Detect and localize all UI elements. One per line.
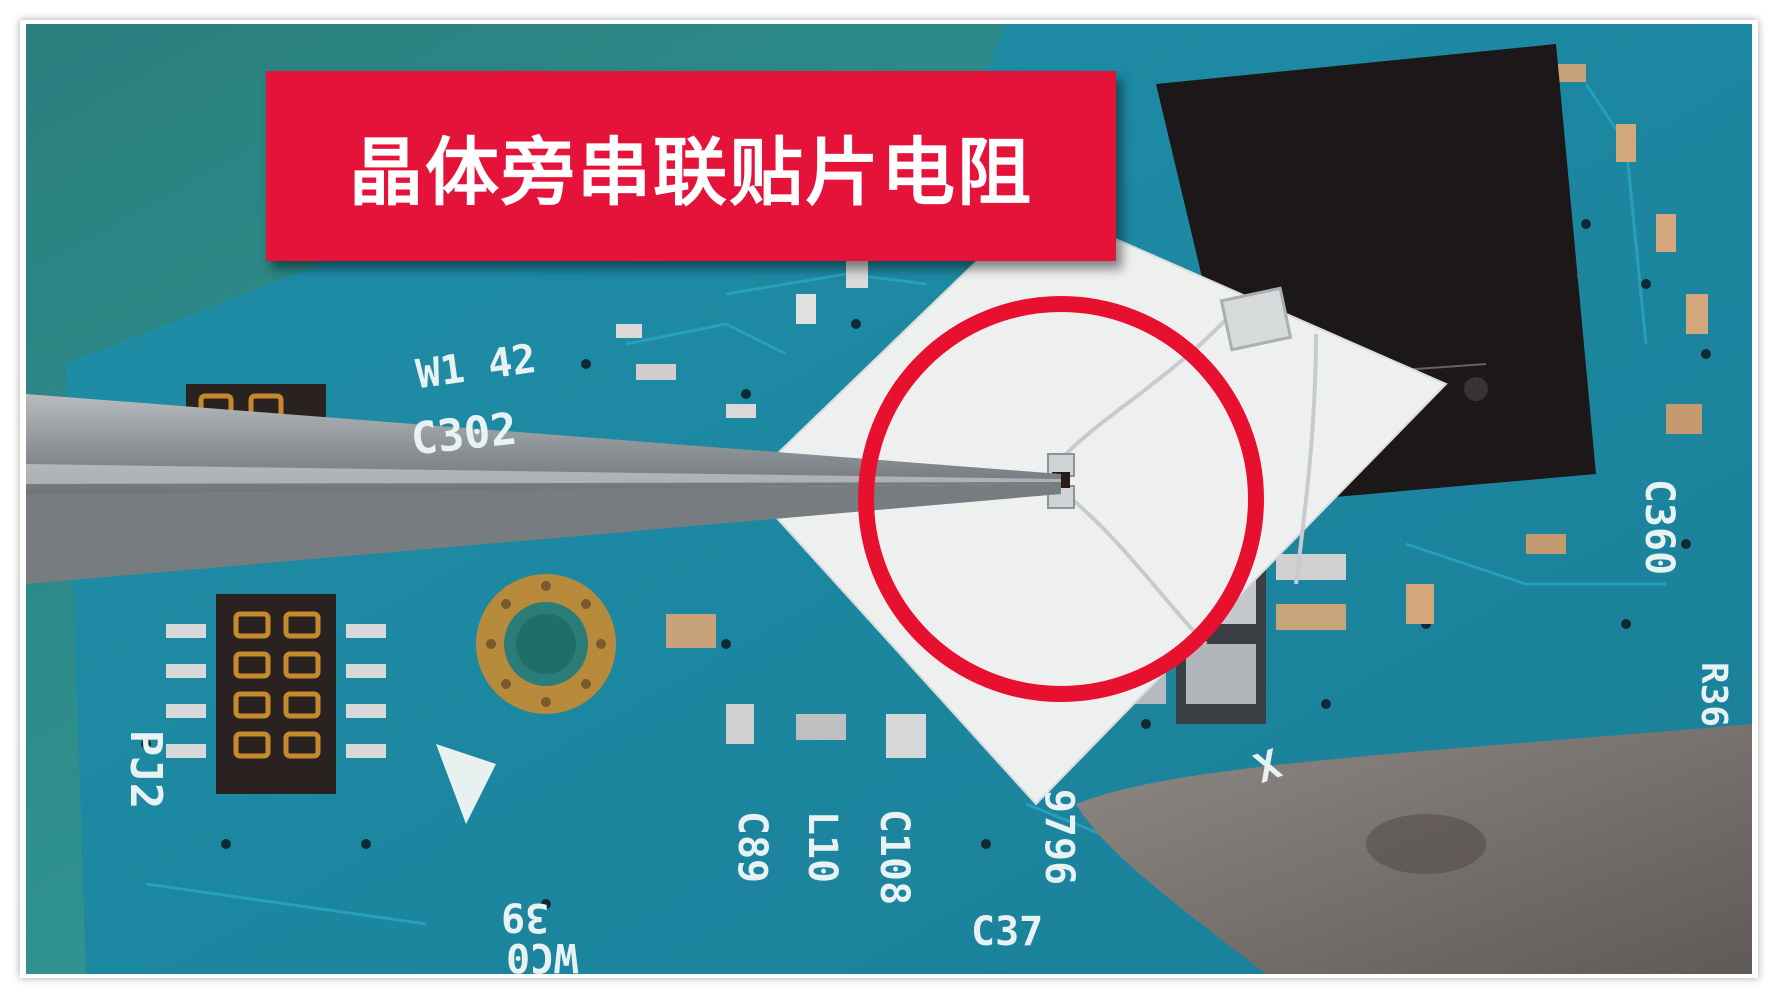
silkscreen-pj2: PJ2 — [120, 729, 172, 810]
video-frame: W1 42 C302 C360 R36 PJ2 C89 L10 C108 979… — [20, 20, 1758, 978]
silkscreen-c37: C37 — [971, 909, 1044, 955]
silkscreen-c360: C360 — [1636, 478, 1683, 576]
silkscreen-c89: C89 — [729, 810, 776, 884]
silkscreen-r36: R36 — [1693, 661, 1735, 728]
silkscreen-l10: L10 — [799, 810, 846, 884]
silkscreen-9796: 9796 — [1036, 788, 1083, 886]
video-still: W1 42 C302 C360 R36 PJ2 C89 L10 C108 979… — [26, 24, 1752, 974]
silkscreen-wc0: WC0 — [506, 934, 579, 974]
silkscreen-c108: C108 — [871, 808, 918, 906]
caption-banner: 晶体旁串联贴片电阻 — [266, 71, 1116, 261]
caption-text: 晶体旁串联贴片电阻 — [349, 129, 1033, 216]
